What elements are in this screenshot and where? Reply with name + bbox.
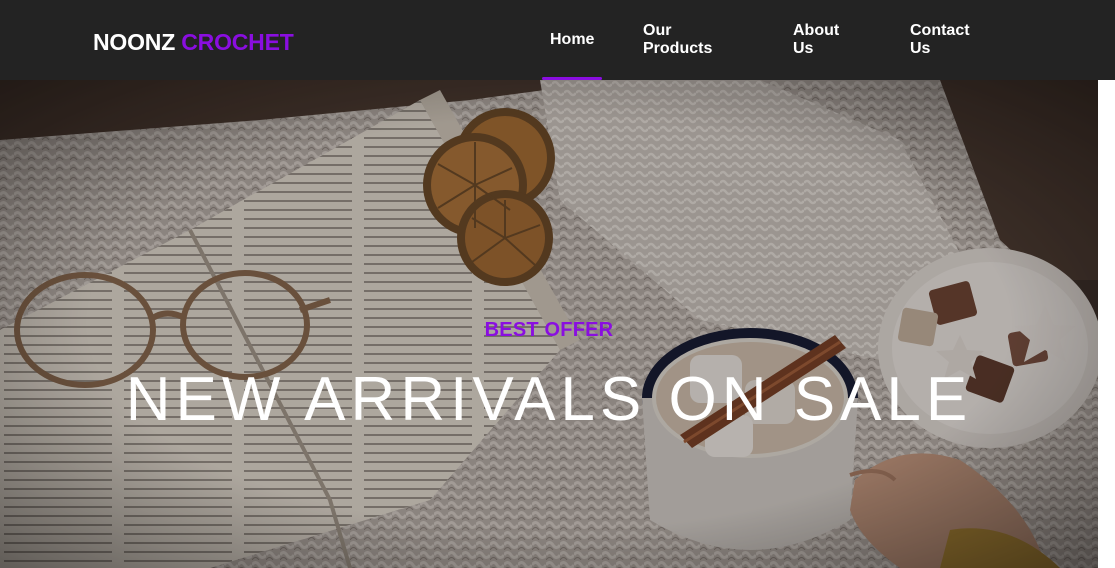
nav-item-home-label: Home <box>550 31 595 48</box>
hero-banner: BEST OFFER NEW ARRIVALS ON SALE <box>0 80 1098 568</box>
page-edge-gap <box>1098 80 1115 568</box>
hero-headline: NEW ARRIVALS ON SALE <box>125 365 973 434</box>
nav-item-products-label: Our Products <box>643 22 713 57</box>
nav-item-our-products[interactable]: Our Products <box>643 0 712 80</box>
top-navigation-bar: NOONZ CROCHET Home Our Products About Us… <box>0 0 1115 80</box>
nav-item-about-label: About Us <box>793 22 840 57</box>
brand-name-part2: CROCHET <box>181 29 294 55</box>
brand-name-part1: NOONZ <box>93 29 176 55</box>
active-indicator <box>542 77 603 80</box>
nav-item-contact-us[interactable]: Contact Us <box>910 0 970 80</box>
hero-eyebrow: BEST OFFER <box>484 319 614 341</box>
brand-logo[interactable]: NOONZ CROCHET <box>93 28 294 56</box>
nav-item-about-us[interactable]: About Us <box>793 0 839 80</box>
nav-item-home[interactable]: Home <box>542 0 603 80</box>
nav-item-contact-label: Contact Us <box>910 22 970 57</box>
